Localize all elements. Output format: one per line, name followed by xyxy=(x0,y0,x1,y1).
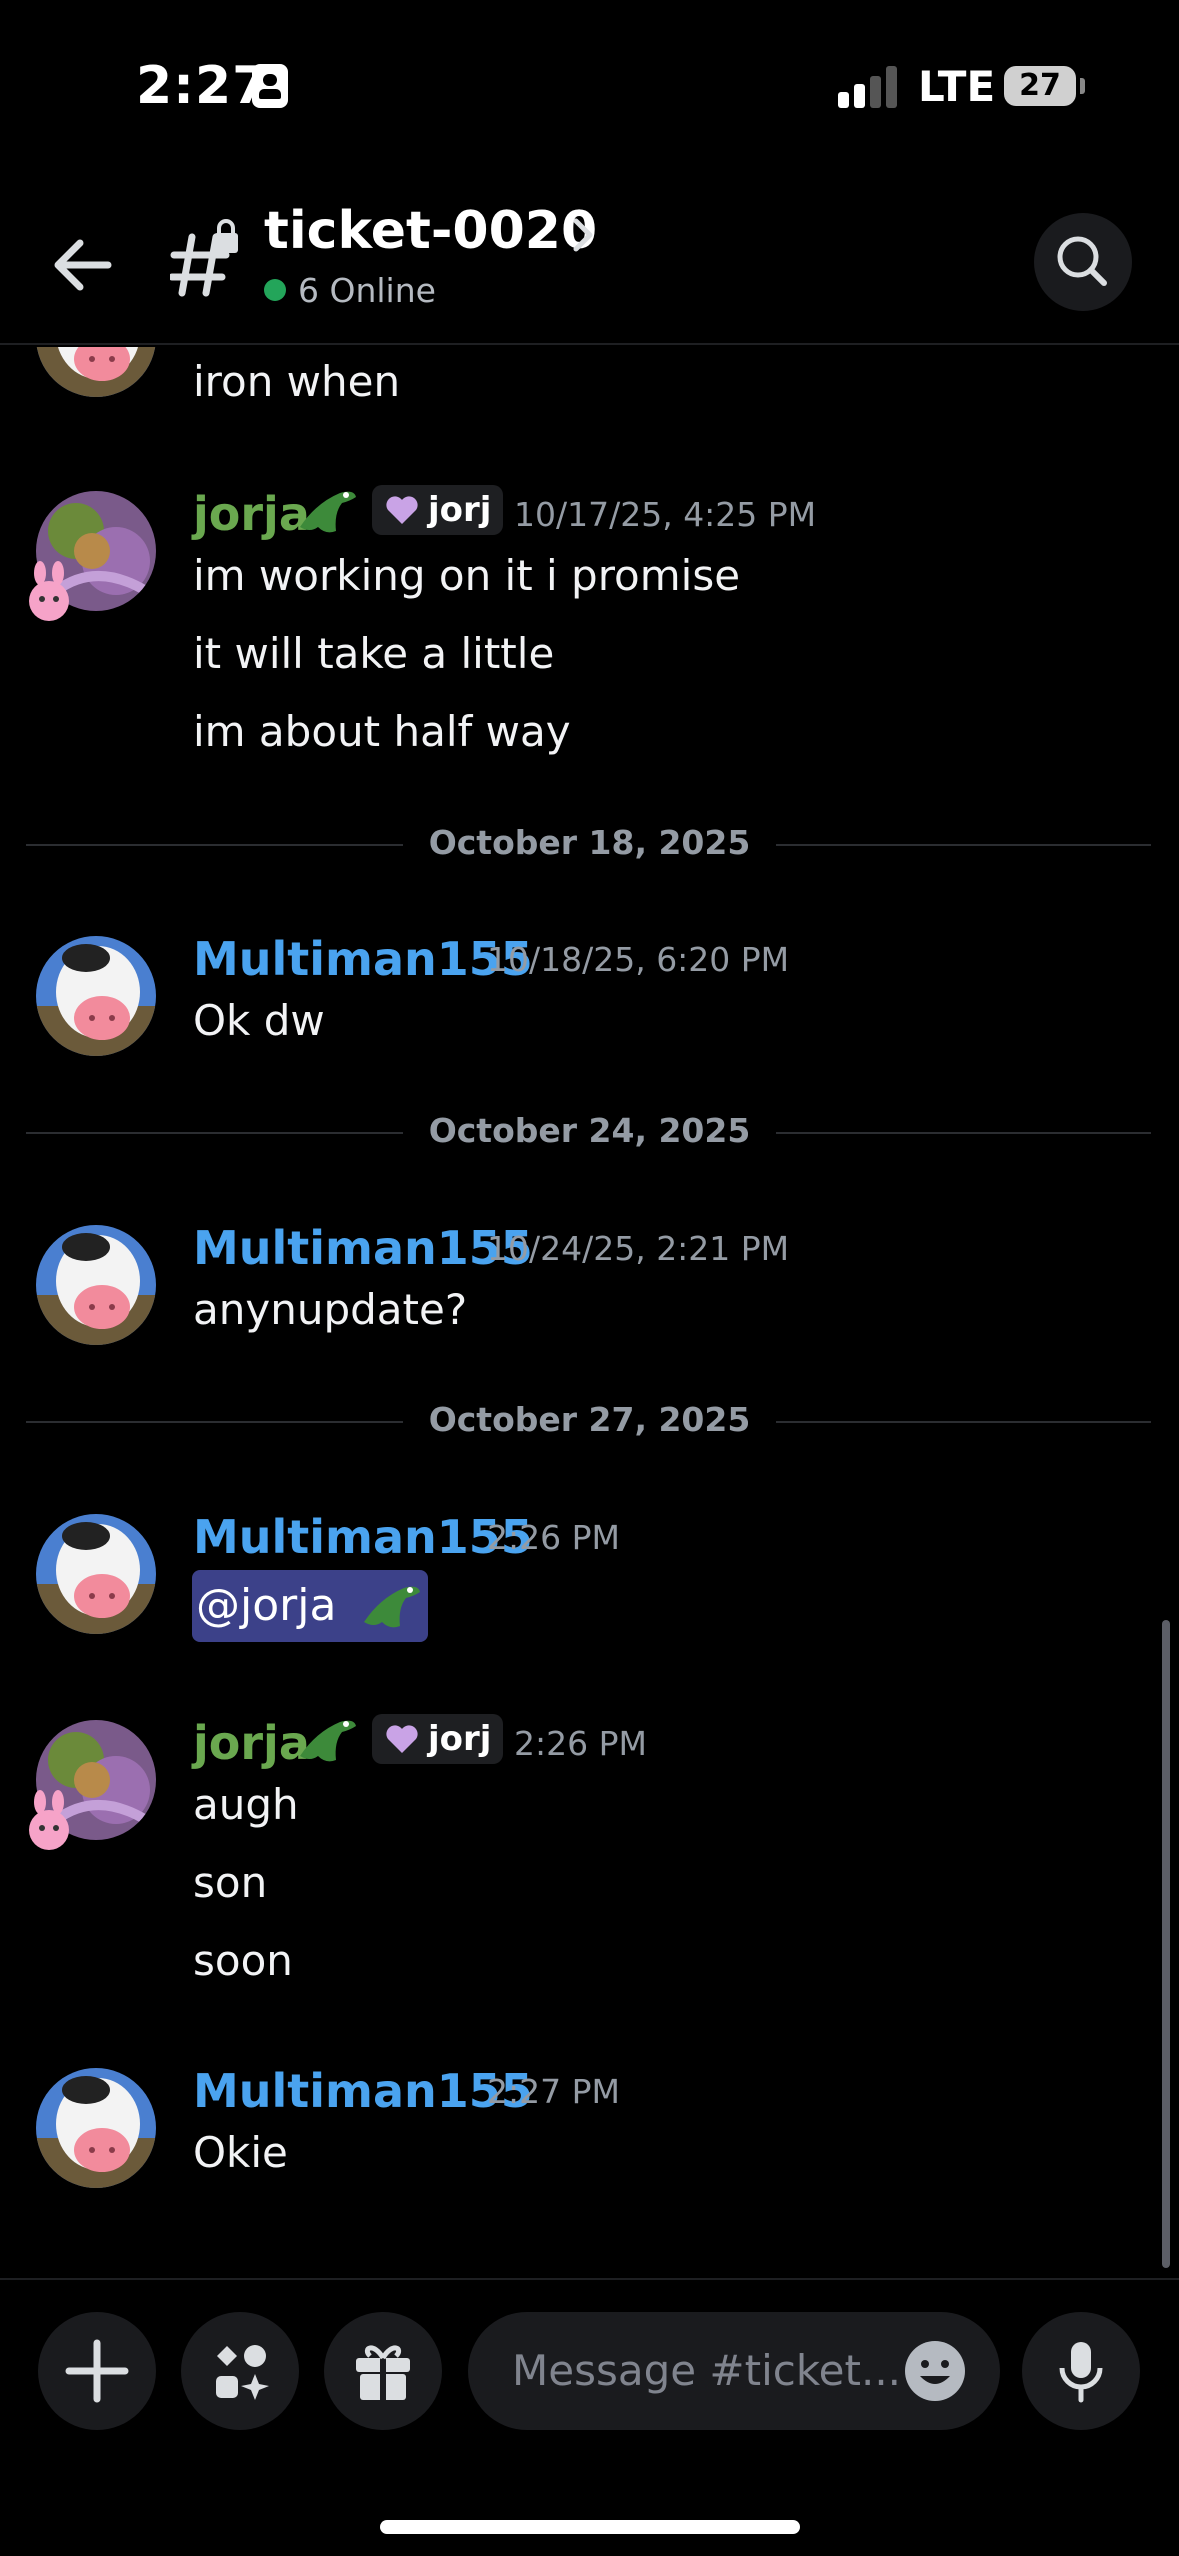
author-name[interactable]: Multiman155 xyxy=(193,2064,533,2118)
battery-icon: 27 xyxy=(1004,66,1076,106)
chevron-right-icon[interactable] xyxy=(568,215,598,255)
message-text: iron when xyxy=(193,357,401,406)
voice-message-button[interactable] xyxy=(1022,2312,1140,2430)
locked-channel-icon xyxy=(168,219,242,299)
message-input-placeholder: Message #ticket... xyxy=(512,2346,902,2395)
online-status-dot xyxy=(264,279,286,301)
role-tag[interactable]: jorj xyxy=(372,1714,504,1764)
plus-icon xyxy=(65,2339,129,2403)
avatar-multiman155[interactable] xyxy=(36,347,156,397)
author-name[interactable]: Multiman155 xyxy=(193,1510,533,1564)
bunny-decoration-icon xyxy=(29,1790,69,1850)
status-time: 2:27 xyxy=(136,56,270,116)
author-name[interactable]: Multiman155 xyxy=(193,1221,533,1275)
crocodile-icon xyxy=(364,1586,421,1628)
crocodile-icon xyxy=(300,491,356,533)
message-text: im working on it i promise xyxy=(193,551,741,600)
gift-icon xyxy=(356,2345,410,2400)
author-name[interactable]: jorja xyxy=(193,1716,310,1770)
role-tag-label: jorj xyxy=(428,1719,492,1759)
emoji-icon[interactable] xyxy=(904,2340,966,2402)
search-button[interactable] xyxy=(1034,213,1132,311)
microphone-icon xyxy=(1059,2342,1103,2403)
message-timestamp: 10/17/25, 4:25 PM xyxy=(514,495,817,534)
apps-icon xyxy=(216,2345,269,2400)
channel-header: ticket-0020 6 Online xyxy=(0,175,1179,345)
message-input[interactable]: Message #ticket... xyxy=(468,2312,1000,2430)
heart-icon xyxy=(386,496,418,524)
back-arrow-icon xyxy=(54,239,112,291)
scrollbar[interactable] xyxy=(1162,1620,1170,2268)
message-composer: Message #ticket... xyxy=(0,2278,1179,2556)
avatar-multiman155[interactable] xyxy=(36,1514,156,1634)
message-timestamp: 2:26 PM xyxy=(514,1724,647,1763)
channel-name[interactable]: ticket-0020 xyxy=(264,201,597,261)
author-name[interactable]: jorja xyxy=(193,487,310,541)
cellular-signal-icon xyxy=(838,64,900,108)
date-divider-label: October 24, 2025 xyxy=(0,1111,1179,1150)
id-card-icon xyxy=(252,64,288,108)
bunny-decoration-icon xyxy=(29,561,69,621)
message-text: augh xyxy=(193,1780,299,1829)
network-type: LTE xyxy=(918,62,996,111)
add-attachment-button[interactable] xyxy=(38,2312,156,2430)
message-text: im about half way xyxy=(193,707,571,756)
avatar-multiman155[interactable] xyxy=(36,2068,156,2188)
author-name[interactable]: Multiman155 xyxy=(193,932,533,986)
crocodile-icon xyxy=(300,1720,356,1762)
user-mention[interactable]: @jorja xyxy=(192,1570,429,1642)
message-text: it will take a little xyxy=(193,629,555,678)
message-timestamp: 2:26 PM xyxy=(487,1518,620,1557)
message-text: Ok dw xyxy=(193,996,325,1045)
home-indicator[interactable] xyxy=(380,2520,800,2534)
mention-label: @jorja xyxy=(196,1580,337,1631)
message-timestamp: 10/18/25, 6:20 PM xyxy=(487,940,790,979)
message-timestamp: 2:27 PM xyxy=(487,2072,620,2111)
role-tag[interactable]: jorj xyxy=(372,485,504,535)
search-icon xyxy=(1057,236,1107,286)
message-timestamp: 10/24/25, 2:21 PM xyxy=(487,1229,790,1268)
avatar-multiman155[interactable] xyxy=(36,936,156,1056)
back-button[interactable] xyxy=(44,225,124,305)
message-text: soon xyxy=(193,1936,293,1985)
status-bar: 2:27 LTE 27 xyxy=(0,0,1179,175)
message-text: anynupdate? xyxy=(193,1285,468,1334)
heart-icon xyxy=(386,1725,418,1753)
apps-button[interactable] xyxy=(181,2312,299,2430)
gift-button[interactable] xyxy=(324,2312,442,2430)
role-tag-label: jorj xyxy=(428,490,492,530)
date-divider-label: October 18, 2025 xyxy=(0,823,1179,862)
battery-tip xyxy=(1080,78,1085,94)
message-list[interactable]: iron when jorja jorj 10/17/25, 4:25 PM i… xyxy=(0,347,1179,2277)
message-text: Okie xyxy=(193,2128,288,2177)
avatar-multiman155[interactable] xyxy=(36,1225,156,1345)
message-text: son xyxy=(193,1858,268,1907)
online-count: 6 Online xyxy=(298,271,436,310)
battery-level: 27 xyxy=(1019,68,1061,103)
date-divider-label: October 27, 2025 xyxy=(0,1400,1179,1439)
